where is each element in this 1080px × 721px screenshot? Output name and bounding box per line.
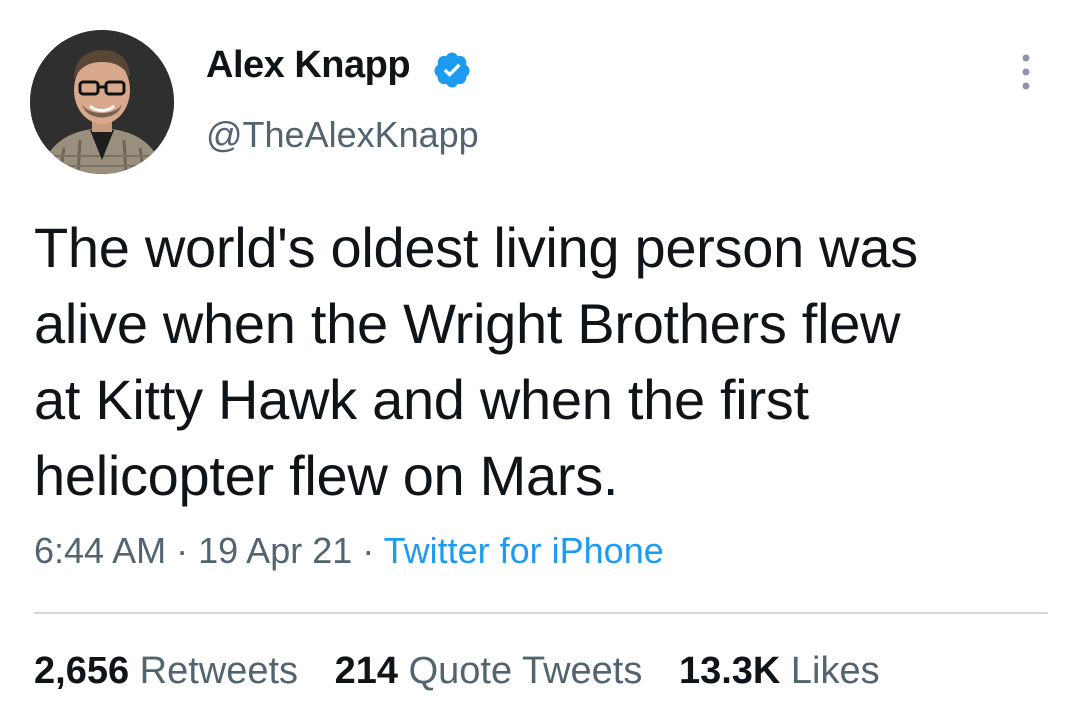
tweet-date[interactable]: 19 Apr 21 [198,530,352,571]
tweet-meta: 6:44 AM · 19 Apr 21 · Twitter for iPhone [34,530,664,572]
retweets-label: Retweets [139,650,299,692]
likes-stat[interactable]: 13.3K Likes [679,650,880,693]
author-handle[interactable]: @TheAlexKnapp [206,114,479,156]
tweet-card: Alex Knapp @TheAlexKnapp The world's old… [0,0,1080,721]
retweets-count: 2,656 [34,650,130,692]
retweets-stat[interactable]: 2,656 Retweets [34,650,298,693]
tweet-text: The world's oldest living person was ali… [34,216,918,507]
tweet-stats: 2,656 Retweets 214 Quote Tweets 13.3K Li… [34,650,906,693]
avatar-image [30,30,174,174]
quote-tweets-stat[interactable]: 214 Quote Tweets [335,650,643,693]
quote-tweets-count: 214 [334,650,399,692]
more-vertical-icon[interactable] [1008,50,1044,94]
quote-tweets-label: Quote Tweets [408,650,643,692]
likes-count: 13.3K [678,650,781,692]
meta-separator: · [176,530,189,571]
tweet-time[interactable]: 6:44 AM [34,530,166,571]
divider [34,612,1048,614]
verified-badge-icon [434,52,470,88]
meta-separator: · [362,530,375,571]
author-name[interactable]: Alex Knapp [206,44,411,87]
avatar[interactable] [30,30,174,174]
tweet-source-link[interactable]: Twitter for iPhone [384,530,664,571]
likes-label: Likes [790,650,880,692]
